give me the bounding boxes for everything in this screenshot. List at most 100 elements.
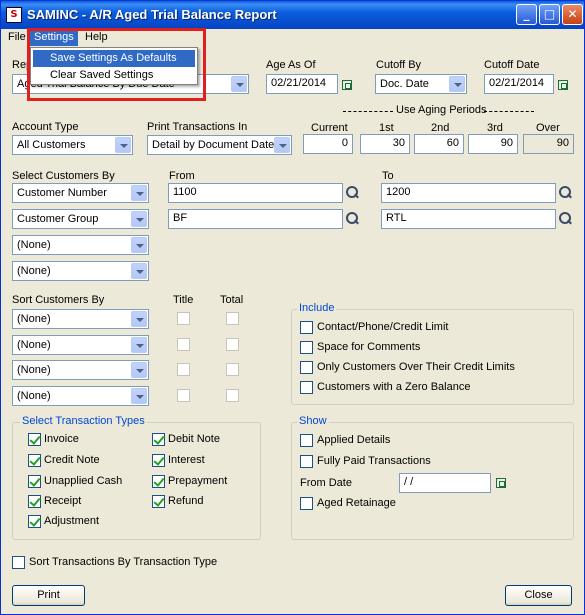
search-icon[interactable] (559, 186, 573, 200)
adjustment-checkbox[interactable] (28, 515, 41, 528)
select-customers-by-3-value: (None) (17, 239, 51, 251)
print-transactions-select[interactable]: Detail by Document Date (147, 135, 292, 155)
invoice-checkbox[interactable] (28, 433, 41, 446)
sort-customers-by-1[interactable]: (None) (12, 309, 149, 329)
close-button[interactable]: Close (505, 585, 572, 606)
aged-retainage-label: Aged Retainage (317, 497, 396, 509)
aging-3rd-input[interactable]: 90 (468, 134, 518, 154)
select-customers-by-4[interactable]: (None) (12, 261, 149, 281)
sort-2-title-checkbox[interactable] (177, 338, 190, 351)
invoice-label: Invoice (44, 433, 79, 445)
credit-note-label: Credit Note (44, 454, 100, 466)
total-column-label: Total (220, 294, 244, 306)
sort-customers-by-2[interactable]: (None) (12, 335, 149, 355)
menu-file[interactable]: File (4, 30, 30, 46)
sort-customers-by-4[interactable]: (None) (12, 386, 149, 406)
customer-number-from-input[interactable]: 1100 (168, 183, 343, 203)
chevron-down-icon[interactable] (274, 137, 290, 153)
from-label: From (169, 170, 195, 182)
aging-header-1st: 1st (379, 122, 394, 134)
prepayment-checkbox[interactable] (152, 475, 165, 488)
account-type-label: Account Type (12, 121, 79, 133)
sage-app-icon[interactable]: S (6, 7, 22, 23)
customer-group-from-input[interactable]: BF (168, 209, 343, 229)
search-icon[interactable] (346, 212, 360, 226)
close-window-button[interactable]: ✕ (562, 4, 583, 25)
minimize-button[interactable]: _ (516, 4, 537, 25)
account-type-select[interactable]: All Customers (12, 135, 133, 155)
aging-current-input[interactable]: 0 (303, 134, 353, 154)
sort-1-total-checkbox[interactable] (226, 312, 239, 325)
aging-2nd-input[interactable]: 60 (414, 134, 464, 154)
include-zero-balance-checkbox[interactable] (300, 381, 313, 394)
search-icon[interactable] (346, 186, 360, 200)
sort-by-type-checkbox[interactable] (12, 556, 25, 569)
debit-note-checkbox[interactable] (152, 433, 165, 446)
customer-group-to-input[interactable]: RTL (381, 209, 556, 229)
cutoff-date-label: Cutoff Date (484, 59, 540, 71)
chevron-down-icon[interactable] (131, 211, 147, 227)
chevron-down-icon[interactable] (131, 388, 147, 404)
sort-3-total-checkbox[interactable] (226, 363, 239, 376)
fully-paid-checkbox[interactable] (300, 455, 313, 468)
credit-note-checkbox[interactable] (28, 454, 41, 467)
calendar-icon[interactable] (558, 80, 568, 90)
select-customers-by-2[interactable]: Customer Group (12, 209, 149, 229)
cutoff-date-input[interactable]: 02/21/2014 (484, 74, 554, 94)
select-customers-by-3[interactable]: (None) (12, 235, 149, 255)
aging-divider-left (343, 111, 393, 112)
sort-customers-by-1-value: (None) (17, 313, 51, 325)
include-over-limit-label: Only Customers Over Their Credit Limits (317, 361, 515, 373)
select-customers-by-4-value: (None) (17, 265, 51, 277)
chevron-down-icon[interactable] (449, 76, 465, 92)
sort-4-title-checkbox[interactable] (177, 389, 190, 402)
print-button[interactable]: Print (12, 585, 85, 606)
include-over-limit-checkbox[interactable] (300, 361, 313, 374)
adjustment-label: Adjustment (44, 515, 100, 527)
interest-checkbox[interactable] (152, 454, 165, 467)
sort-4-total-checkbox[interactable] (226, 389, 239, 402)
aging-divider-right (484, 111, 534, 112)
search-icon[interactable] (559, 212, 573, 226)
receipt-checkbox[interactable] (28, 495, 41, 508)
chevron-down-icon[interactable] (131, 311, 147, 327)
aging-1st-input[interactable]: 30 (360, 134, 410, 154)
sort-2-total-checkbox[interactable] (226, 338, 239, 351)
refund-checkbox[interactable] (152, 495, 165, 508)
applied-details-checkbox[interactable] (300, 434, 313, 447)
cutoff-by-label: Cutoff By (376, 59, 422, 71)
from-date-input[interactable]: / / (399, 473, 491, 493)
include-comments-checkbox[interactable] (300, 341, 313, 354)
customer-number-to-input[interactable]: 1200 (381, 183, 556, 203)
aged-retainage-checkbox[interactable] (300, 497, 313, 510)
unapplied-cash-checkbox[interactable] (28, 475, 41, 488)
age-as-of-input[interactable]: 02/21/2014 (266, 74, 338, 94)
chevron-down-icon[interactable] (131, 263, 147, 279)
chevron-down-icon[interactable] (131, 185, 147, 201)
maximize-button[interactable]: □ (539, 4, 560, 25)
sort-customers-by-3[interactable]: (None) (12, 360, 149, 380)
sort-customers-label: Sort Customers By (12, 294, 105, 306)
aging-over-input: 90 (523, 134, 574, 154)
include-contact-checkbox[interactable] (300, 321, 313, 334)
highlight-callout (27, 28, 206, 101)
to-label: To (382, 170, 394, 182)
sort-1-title-checkbox[interactable] (177, 312, 190, 325)
chevron-down-icon[interactable] (131, 337, 147, 353)
applied-details-label: Applied Details (317, 434, 391, 446)
cutoff-by-select[interactable]: Doc. Date (375, 74, 467, 94)
chevron-down-icon[interactable] (131, 237, 147, 253)
sort-3-title-checkbox[interactable] (177, 363, 190, 376)
title-bar[interactable]: S SAMINC - A/R Aged Trial Balance Report… (1, 1, 584, 29)
calendar-icon[interactable] (342, 80, 352, 90)
age-as-of-label: Age As Of (266, 59, 316, 71)
aging-header-2nd: 2nd (431, 122, 450, 134)
chevron-down-icon[interactable] (131, 362, 147, 378)
sort-customers-by-4-value: (None) (17, 390, 51, 402)
select-customers-by-1[interactable]: Customer Number (12, 183, 149, 203)
chevron-down-icon[interactable] (115, 137, 131, 153)
chevron-down-icon[interactable] (231, 76, 247, 92)
include-contact-label: Contact/Phone/Credit Limit (317, 321, 449, 333)
sort-customers-by-3-value: (None) (17, 364, 51, 376)
calendar-icon[interactable] (496, 478, 506, 488)
